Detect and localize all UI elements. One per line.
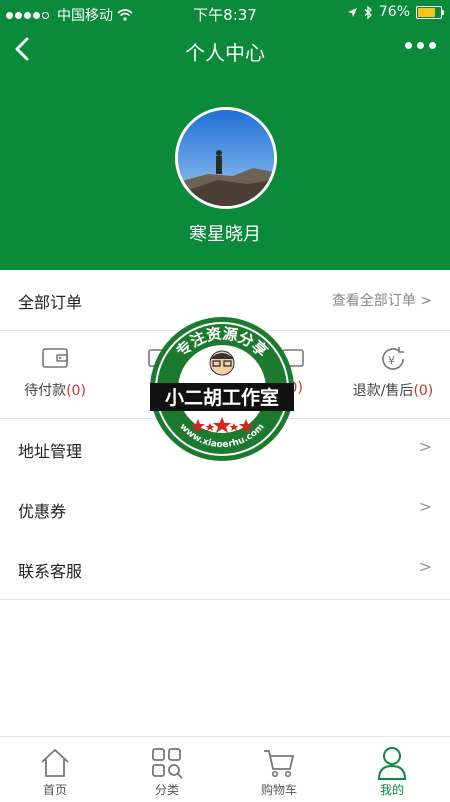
page-title: 个人中心 xyxy=(185,41,265,65)
battery-percent: 76% xyxy=(378,4,410,20)
menu-item-label: 地址管理 xyxy=(18,442,83,461)
chevron-right-icon: > xyxy=(418,437,432,456)
order-item-count: (0) xyxy=(413,383,434,399)
home-icon xyxy=(41,748,69,777)
status-bar: 中国移动 下午8:37 76% xyxy=(0,0,450,26)
more-dots-icon[interactable] xyxy=(405,42,436,49)
watermark-stamp: 专注资源分享 www.xiaoerhu.com 小二胡工作室 xyxy=(146,313,298,465)
all-orders-label: 全部订单 xyxy=(18,293,83,312)
chevron-right-icon: > xyxy=(418,497,432,516)
tab-label: 分类 xyxy=(154,783,179,797)
location-arrow-icon xyxy=(347,7,357,17)
order-refund-aftersale[interactable]: ¥ 退款/售后(0) xyxy=(348,346,438,400)
tab-cart[interactable]: 购物车 xyxy=(249,745,309,798)
person-icon xyxy=(377,747,407,780)
menu-customer-service[interactable]: 联系客服 > xyxy=(0,539,450,600)
tab-mine[interactable]: 我的 xyxy=(362,745,422,798)
order-item-label: 待付款 xyxy=(24,383,67,399)
nav-bar: 个人中心 xyxy=(0,26,450,74)
order-item-count: (0) xyxy=(66,383,86,399)
category-search-icon xyxy=(152,748,183,779)
battery-icon xyxy=(416,5,444,19)
profile-header: 中国移动 下午8:37 76% 个人中心 寒星晓月 xyxy=(0,0,450,270)
order-pending-payment[interactable]: 待付款(0) xyxy=(20,346,90,400)
yuan-refund-icon: ¥ xyxy=(382,347,404,370)
battery-level-fill xyxy=(418,7,435,17)
view-all-orders-link[interactable]: 查看全部订单 > xyxy=(332,290,432,310)
bluetooth-icon xyxy=(364,5,372,19)
tab-home[interactable]: 首页 xyxy=(25,745,85,798)
menu-coupons[interactable]: 优惠券 > xyxy=(0,479,450,540)
menu-item-label: 优惠券 xyxy=(18,502,67,521)
tab-category[interactable]: 分类 xyxy=(137,745,197,798)
mountain-photo xyxy=(178,110,274,206)
wallet-icon xyxy=(42,348,68,368)
chevron-right-icon: > xyxy=(418,557,432,576)
order-item-label: 退款/售后 xyxy=(352,383,414,399)
svg-text:¥: ¥ xyxy=(388,354,395,367)
cart-icon xyxy=(264,750,295,778)
username: 寒星晓月 xyxy=(189,224,261,245)
tab-label: 我的 xyxy=(379,783,404,797)
tab-bar: 首页 分类 购物车 我的 xyxy=(0,736,450,802)
avatar[interactable] xyxy=(175,107,277,209)
watermark-banner: 小二胡工作室 xyxy=(165,386,279,409)
menu-item-label: 联系客服 xyxy=(18,562,83,581)
tab-label: 购物车 xyxy=(260,783,297,797)
tab-label: 首页 xyxy=(42,783,67,797)
